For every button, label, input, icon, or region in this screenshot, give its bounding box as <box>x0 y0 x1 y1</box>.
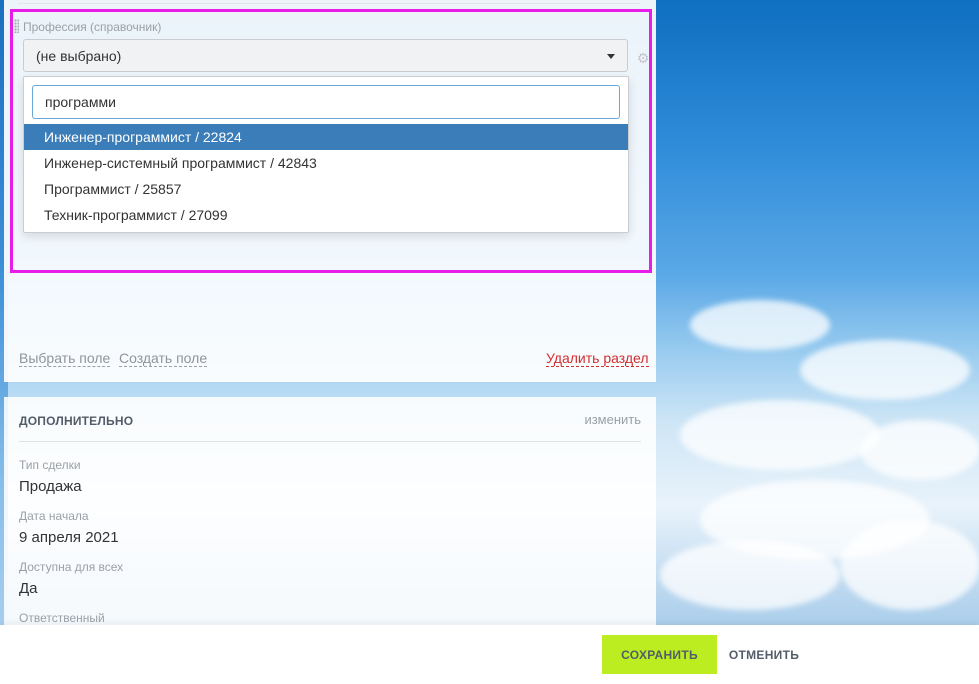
choose-field-link[interactable]: Выбрать поле <box>19 350 111 367</box>
profession-dropdown: Инженер-программист / 22824 Инженер-сист… <box>23 76 629 233</box>
start-date-value: 9 апреля 2021 <box>19 529 119 546</box>
profession-select[interactable]: (не выбрано) <box>23 39 628 72</box>
dropdown-option[interactable]: Программист / 25857 <box>24 176 628 202</box>
section-title: ДОПОЛНИТЕЛЬНО <box>19 414 134 428</box>
deal-type-label: Тип сделки <box>19 458 81 472</box>
delete-section-link[interactable]: Удалить раздел <box>546 350 649 367</box>
available-label: Доступна для всех <box>19 560 124 574</box>
dropdown-search-input[interactable] <box>32 85 620 119</box>
responsible-label: Ответственный <box>19 611 105 625</box>
dropdown-option[interactable]: Техник-программист / 27099 <box>24 202 628 228</box>
dropdown-option[interactable]: Инженер-программист / 22824 <box>24 124 628 150</box>
additional-section: ДОПОЛНИТЕЛЬНО изменить Тип сделки Продаж… <box>4 397 656 627</box>
start-date-label: Дата начала <box>19 509 89 523</box>
dropdown-option[interactable]: Инженер-системный программист / 42843 <box>24 150 628 176</box>
save-button[interactable]: СОХРАНИТЬ <box>602 635 717 674</box>
gear-icon[interactable]: ⚙ <box>636 51 650 65</box>
divider <box>19 441 641 442</box>
available-value: Да <box>19 580 38 597</box>
create-field-link[interactable]: Создать поле <box>119 350 208 367</box>
profession-field-label: Профессия (справочник) <box>23 20 162 34</box>
change-link[interactable]: изменить <box>584 412 641 427</box>
chevron-down-icon <box>607 54 615 59</box>
footer-bar: СОХРАНИТЬ ОТМЕНИТЬ <box>0 625 979 684</box>
drag-handle-icon[interactable] <box>14 19 19 33</box>
cancel-button[interactable]: ОТМЕНИТЬ <box>722 635 806 674</box>
dropdown-options: Инженер-программист / 22824 Инженер-сист… <box>24 124 628 228</box>
profession-select-value: (не выбрано) <box>36 48 122 64</box>
section-panel: Профессия (справочник) (не выбрано) ⚙ Ин… <box>4 0 656 382</box>
deal-type-value: Продажа <box>19 478 82 495</box>
divider <box>18 0 640 4</box>
